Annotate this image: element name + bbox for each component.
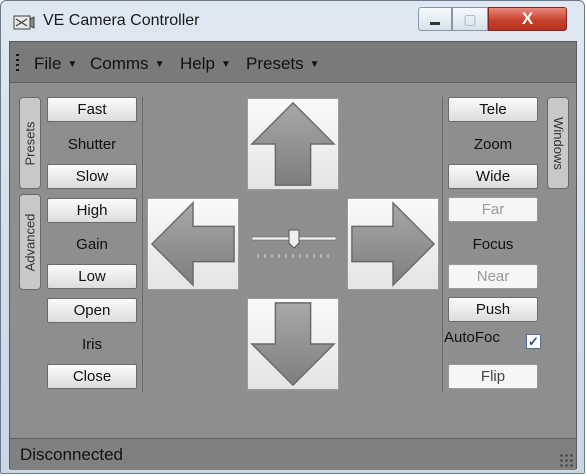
shutter-fast-button[interactable]: Fast [47,97,137,122]
maximize-button[interactable]: ▢ [452,7,488,31]
close-icon: X [521,9,534,28]
minimize-button[interactable]: ▬ [418,7,452,31]
check-icon: ✓ [528,333,539,349]
focus-label: Focus [472,236,514,253]
down-arrow-icon [250,302,336,387]
right-column-divider [442,97,443,392]
window-title: VE Camera Controller [43,12,200,29]
close-button[interactable]: X [488,7,567,31]
app-window: VE Camera Controller ▬ ▢ X File ▼ Comms ▼ … [0,0,585,474]
shutter-label: Shutter [67,136,117,153]
autofocus-checkbox[interactable]: ✓ [526,334,541,349]
maximize-icon: ▢ [463,10,477,27]
status-bar: Disconnected [10,438,576,470]
menu-caret-icon: ▼ [67,59,78,70]
pan-left-button[interactable] [147,198,239,290]
toolbar-grip-icon[interactable] [16,54,19,72]
shutter-slow-button[interactable]: Slow [47,164,137,189]
speed-slider[interactable] [252,228,336,262]
iris-open-button[interactable]: Open [47,298,137,323]
menu-bar: File ▼ Comms ▼ Help ▼ Presets ▼ [10,42,576,83]
tab-windows[interactable]: Windows [547,97,569,189]
up-arrow-icon [250,101,336,186]
tilt-down-button[interactable] [247,298,339,390]
menu-presets[interactable]: Presets ▼ [246,54,320,74]
gain-high-button[interactable]: High [47,198,137,223]
slider-thumb[interactable] [288,229,300,249]
focus-near-button[interactable]: Near [448,264,538,289]
iris-label: Iris [82,336,102,353]
menu-file[interactable]: File ▼ [34,54,77,74]
gain-low-button[interactable]: Low [47,264,137,289]
resize-grip-icon[interactable] [559,453,573,467]
tilt-up-button[interactable] [247,98,339,190]
zoom-label: Zoom [473,136,513,153]
menu-help[interactable]: Help ▼ [180,54,231,74]
autofocus-label: AutoFoc [444,329,500,346]
tab-presets[interactable]: Presets [19,97,41,189]
gain-label: Gain [76,236,108,253]
tab-advanced[interactable]: Advanced [19,194,41,290]
menu-comms[interactable]: Comms ▼ [90,54,164,74]
iris-close-button[interactable]: Close [47,364,137,389]
menu-caret-icon: ▼ [309,59,320,70]
zoom-wide-button[interactable]: Wide [448,164,538,189]
right-arrow-icon [351,201,436,287]
pan-right-button[interactable] [347,198,439,290]
left-arrow-icon [150,201,235,287]
minimize-icon: ▬ [430,16,440,28]
focus-far-button[interactable]: Far [448,197,538,222]
connection-status: Disconnected [20,445,124,464]
flip-button[interactable]: Flip [448,364,538,389]
slider-ticks [257,254,329,258]
focus-push-button[interactable]: Push [448,297,538,322]
menu-caret-icon: ▼ [154,59,165,70]
menu-caret-icon: ▼ [220,59,231,70]
zoom-tele-button[interactable]: Tele [448,97,538,122]
app-icon [13,15,35,30]
title-bar[interactable]: VE Camera Controller ▬ ▢ X [1,1,584,41]
client-area: File ▼ Comms ▼ Help ▼ Presets ▼ Presets Adva… [9,41,577,470]
left-column-divider [142,97,143,392]
